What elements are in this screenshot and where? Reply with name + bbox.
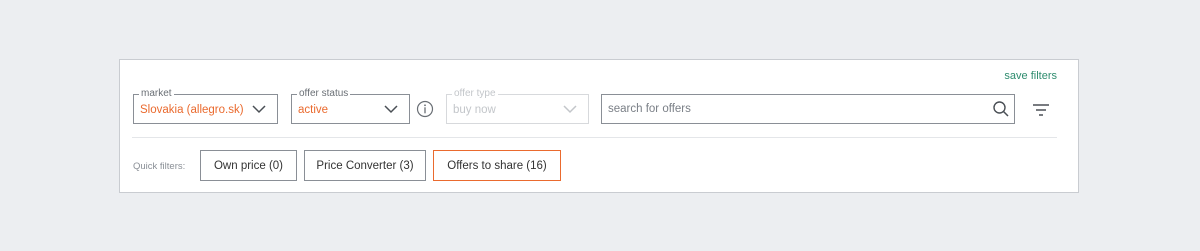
offer-type-value: buy now bbox=[453, 104, 496, 116]
divider bbox=[132, 137, 1057, 138]
info-icon[interactable] bbox=[416, 100, 434, 118]
filters-panel: save filters market Slovakia (allegro.sk… bbox=[119, 59, 1079, 193]
quick-filters-label: Quick filters: bbox=[133, 161, 186, 172]
offer-status-value: active bbox=[298, 104, 329, 116]
offer-status-select[interactable]: offer status active bbox=[291, 87, 410, 124]
market-label: market bbox=[139, 87, 174, 101]
save-filters-link[interactable]: save filters bbox=[1004, 70, 1057, 82]
quick-filter-price-converter[interactable]: Price Converter (3) bbox=[304, 150, 426, 181]
search-box bbox=[601, 94, 1015, 124]
search-input[interactable] bbox=[608, 101, 978, 117]
filter-icon[interactable] bbox=[1031, 102, 1051, 118]
offer-type-select[interactable]: offer type buy now bbox=[446, 87, 589, 124]
search-icon[interactable] bbox=[992, 100, 1010, 118]
offer-status-label: offer status bbox=[297, 87, 351, 101]
market-value: Slovakia (allegro.sk) bbox=[140, 104, 244, 116]
chevron-down-icon bbox=[252, 105, 266, 114]
quick-filter-own-price[interactable]: Own price (0) bbox=[200, 150, 297, 181]
chevron-down-icon bbox=[384, 105, 398, 114]
market-select[interactable]: market Slovakia (allegro.sk) bbox=[133, 87, 278, 124]
quick-filter-offers-to-share[interactable]: Offers to share (16) bbox=[433, 150, 561, 181]
offer-type-label: offer type bbox=[452, 87, 498, 101]
chevron-down-icon bbox=[563, 105, 577, 114]
